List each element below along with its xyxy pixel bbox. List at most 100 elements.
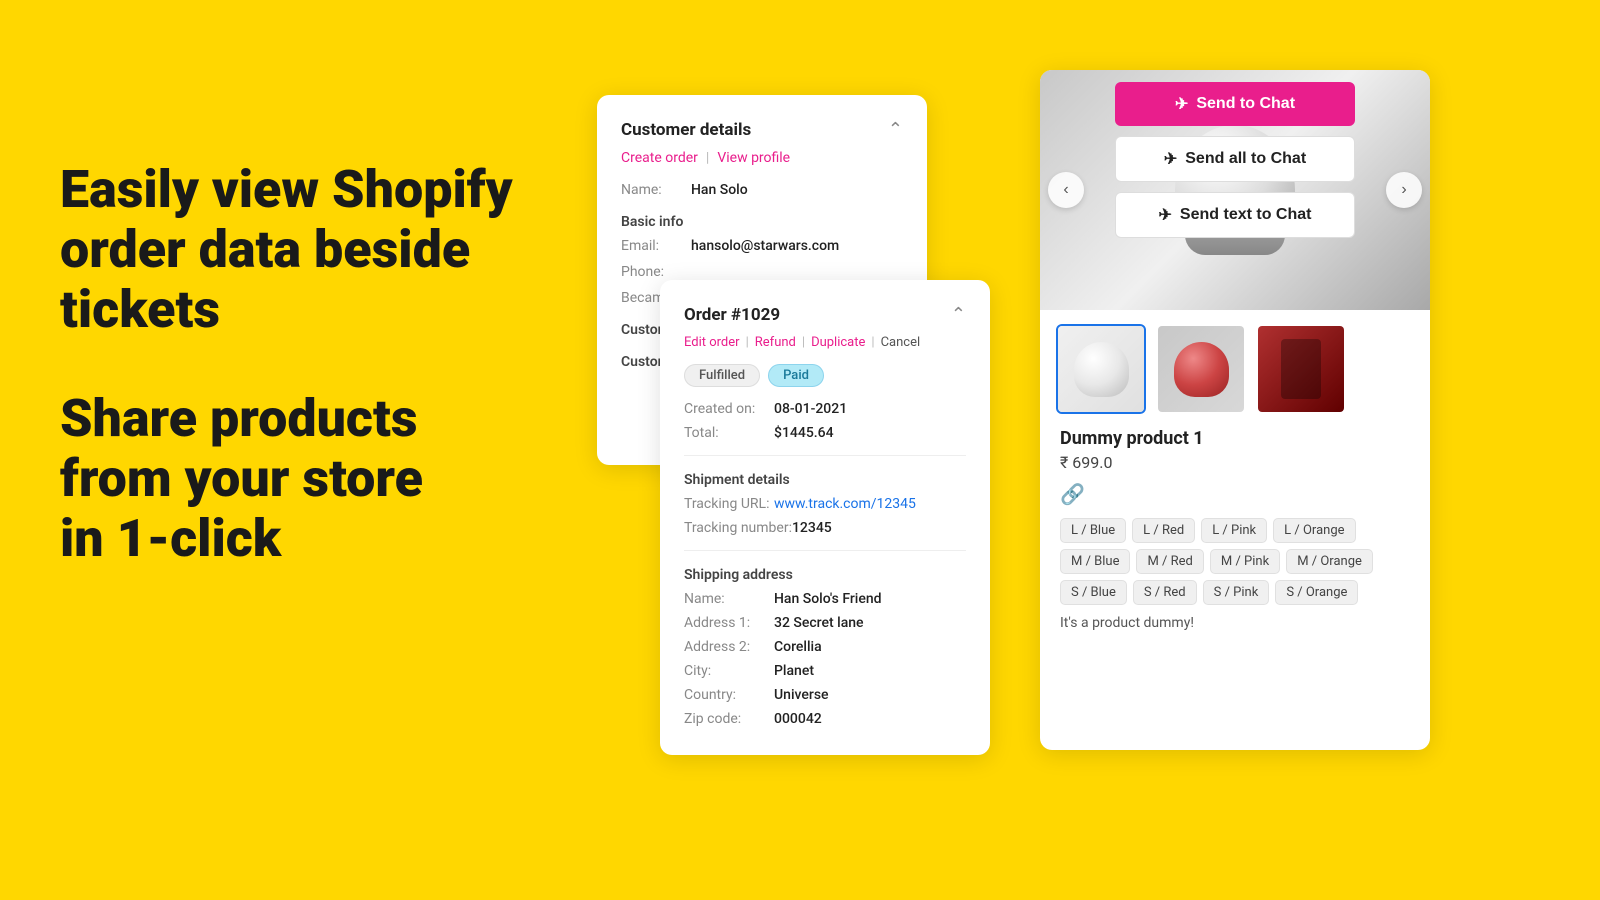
variant-tag[interactable]: L / Blue bbox=[1060, 518, 1126, 543]
tracking-number-row: Tracking number: 12345 bbox=[684, 520, 966, 536]
address2-label: Address 2: bbox=[684, 639, 774, 655]
fulfilled-badge: Fulfilled bbox=[684, 364, 760, 387]
send-buttons-overlay: ✈ Send to Chat ✈ Send all to Chat ✈ Send… bbox=[1115, 82, 1355, 238]
hero-line3: tickets bbox=[60, 279, 220, 340]
variant-tag[interactable]: M / Red bbox=[1136, 549, 1203, 574]
total-label: Total: bbox=[684, 425, 774, 441]
order-card: Order #1029 ⌃ Edit order | Refund | Dupl… bbox=[660, 280, 990, 755]
product-link-icon[interactable]: 🔗 bbox=[1060, 482, 1410, 506]
phone-row: Phone: bbox=[621, 264, 903, 280]
variant-tag[interactable]: S / Red bbox=[1133, 580, 1197, 605]
variants-grid: L / BlueL / RedL / PinkL / Orange M / Blu… bbox=[1060, 518, 1410, 605]
customer-card-title: Customer details bbox=[621, 120, 751, 140]
created-value: 08-01-2021 bbox=[774, 401, 847, 417]
variant-tag[interactable]: L / Red bbox=[1132, 518, 1195, 543]
customer-name-row: Name: Han Solo bbox=[621, 182, 903, 198]
email-row: Email: hansolo@starwars.com bbox=[621, 238, 903, 254]
created-label: Created on: bbox=[684, 401, 774, 417]
city-value: Planet bbox=[774, 663, 814, 679]
hero-line1: Easily view Shopify bbox=[60, 159, 513, 220]
variant-tag[interactable]: S / Blue bbox=[1060, 580, 1127, 605]
send-text-icon: ✈ bbox=[1159, 205, 1172, 225]
send-to-chat-label: Send to Chat bbox=[1196, 95, 1295, 113]
order-card-header: Order #1029 ⌃ bbox=[684, 304, 966, 325]
carousel-prev-button[interactable]: ‹ bbox=[1048, 172, 1084, 208]
send-all-to-chat-button[interactable]: ✈ Send all to Chat bbox=[1115, 136, 1355, 182]
city-row: City: Planet bbox=[684, 663, 966, 679]
address2-row: Address 2: Corellia bbox=[684, 639, 966, 655]
name-label: Name: bbox=[621, 182, 691, 198]
divider1 bbox=[684, 455, 966, 456]
total-value: $1445.64 bbox=[774, 425, 834, 441]
send-text-to-chat-button[interactable]: ✈ Send text to Chat bbox=[1115, 192, 1355, 238]
refund-link[interactable]: Refund bbox=[755, 335, 796, 350]
phone-label: Phone: bbox=[621, 264, 691, 280]
hero-section: Easily view Shopify order data beside ti… bbox=[60, 160, 560, 569]
email-value: hansolo@starwars.com bbox=[691, 238, 839, 254]
paid-badge: Paid bbox=[768, 364, 824, 387]
tracking-url-value[interactable]: www.track.com/12345 bbox=[774, 496, 916, 512]
email-label: Email: bbox=[621, 238, 691, 254]
zip-label: Zip code: bbox=[684, 711, 774, 727]
variant-tag[interactable]: M / Blue bbox=[1060, 549, 1130, 574]
product-card: ✈ Send to Chat ✈ Send all to Chat ✈ Send… bbox=[1040, 70, 1430, 750]
product-name: Dummy product 1 bbox=[1060, 428, 1410, 449]
product-description: It's a product dummy! bbox=[1060, 615, 1410, 631]
zip-value: 000042 bbox=[774, 711, 822, 727]
send-to-chat-icon: ✈ bbox=[1175, 94, 1188, 114]
edit-order-link[interactable]: Edit order bbox=[684, 335, 740, 350]
divider2 bbox=[684, 550, 966, 551]
variant-tag[interactable]: M / Pink bbox=[1210, 549, 1280, 574]
tracking-url-row: Tracking URL: www.track.com/12345 bbox=[684, 496, 966, 512]
hero-line2: order data beside bbox=[60, 219, 470, 280]
name-value: Han Solo bbox=[691, 182, 748, 198]
city-label: City: bbox=[684, 663, 774, 679]
variant-tag[interactable]: L / Pink bbox=[1201, 518, 1267, 543]
send-to-chat-button[interactable]: ✈ Send to Chat bbox=[1115, 82, 1355, 126]
collapse-icon[interactable]: ⌃ bbox=[888, 119, 903, 140]
carousel-next-button[interactable]: › bbox=[1386, 172, 1422, 208]
country-row: Country: Universe bbox=[684, 687, 966, 703]
zip-row: Zip code: 000042 bbox=[684, 711, 966, 727]
order-card-title: Order #1029 bbox=[684, 305, 780, 325]
view-profile-link[interactable]: View profile bbox=[717, 150, 790, 166]
variant-tag[interactable]: S / Pink bbox=[1203, 580, 1270, 605]
basic-info-title: Basic info bbox=[621, 214, 903, 230]
send-all-icon: ✈ bbox=[1164, 149, 1177, 169]
country-value: Universe bbox=[774, 687, 829, 703]
tracking-number-label: Tracking number: bbox=[684, 520, 792, 536]
variant-tag[interactable]: L / Orange bbox=[1273, 518, 1355, 543]
hero-line6: in 1-click bbox=[60, 508, 281, 569]
shipment-title: Shipment details bbox=[684, 472, 966, 488]
variant-tag[interactable]: M / Orange bbox=[1286, 549, 1373, 574]
cancel-link[interactable]: Cancel bbox=[881, 335, 921, 350]
order-collapse-icon[interactable]: ⌃ bbox=[951, 304, 966, 325]
thumbnail-3[interactable] bbox=[1256, 324, 1346, 414]
send-text-label: Send text to Chat bbox=[1180, 206, 1312, 224]
duplicate-link[interactable]: Duplicate bbox=[811, 335, 865, 350]
shipping-title: Shipping address bbox=[684, 567, 966, 583]
customer-card-header: Customer details ⌃ bbox=[621, 119, 903, 140]
address1-row: Address 1: 32 Secret lane bbox=[684, 615, 966, 631]
created-on-row: Created on: 08-01-2021 bbox=[684, 401, 966, 417]
address1-value: 32 Secret lane bbox=[774, 615, 864, 631]
action-divider: | bbox=[706, 150, 709, 166]
product-price: ₹ 699.0 bbox=[1060, 453, 1410, 472]
ship-name-value: Han Solo's Friend bbox=[774, 591, 882, 607]
address2-value: Corellia bbox=[774, 639, 822, 655]
thumbnail-2[interactable] bbox=[1156, 324, 1246, 414]
tracking-number-value: 12345 bbox=[792, 520, 832, 536]
customer-card-actions: Create order | View profile bbox=[621, 150, 903, 166]
order-card-actions: Edit order | Refund | Duplicate | Cancel bbox=[684, 335, 966, 350]
ship-name-label: Name: bbox=[684, 591, 774, 607]
variant-tag[interactable]: S / Orange bbox=[1275, 580, 1358, 605]
create-order-link[interactable]: Create order bbox=[621, 150, 698, 166]
hero-line4: Share products bbox=[60, 388, 418, 449]
order-badges: Fulfilled Paid bbox=[684, 364, 966, 387]
tracking-url-label: Tracking URL: bbox=[684, 496, 774, 512]
thumbnail-1[interactable] bbox=[1056, 324, 1146, 414]
country-label: Country: bbox=[684, 687, 774, 703]
hero-line5: from your store bbox=[60, 448, 423, 509]
product-info: Dummy product 1 ₹ 699.0 🔗 L / BlueL / Re… bbox=[1040, 424, 1430, 651]
total-row: Total: $1445.64 bbox=[684, 425, 966, 441]
